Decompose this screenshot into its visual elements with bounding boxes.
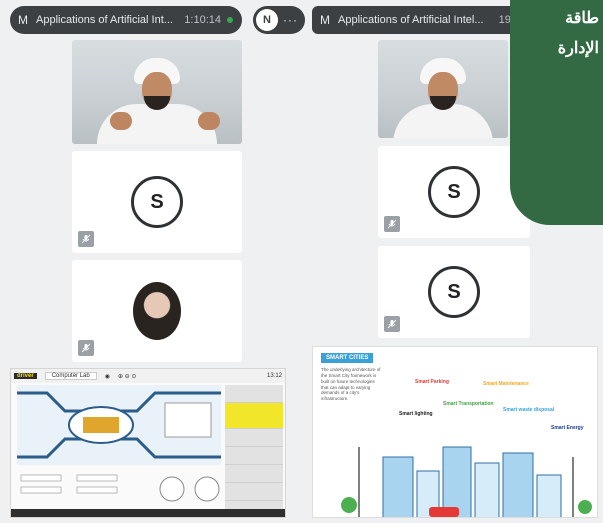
slide-description: The underlying architecture of the Smart… (321, 367, 381, 402)
app-side-panel[interactable] (225, 385, 283, 513)
engine-room-diagram (17, 385, 221, 465)
more-options-icon[interactable]: ··· (283, 13, 298, 27)
banner-line-1: طاقة (565, 10, 599, 27)
eye-icon[interactable]: ◉ (105, 373, 110, 380)
side-item[interactable] (225, 483, 283, 501)
label-smart-parking: Smart Parking (415, 379, 449, 385)
participant-photo-tile[interactable] (72, 260, 242, 362)
side-item[interactable] (225, 429, 283, 447)
label-smart-transportation: Smart Transportation (443, 401, 494, 407)
city-illustration (341, 446, 592, 517)
speaker-figure (72, 40, 242, 144)
app-clock: 13:12 (266, 373, 282, 379)
participant-tile[interactable]: S (378, 246, 530, 338)
live-indicator-icon (227, 17, 233, 23)
label-smart-maintenance: Smart Maintenance (483, 381, 529, 387)
participant-avatar: S (428, 266, 480, 318)
side-item[interactable] (225, 465, 283, 483)
meeting-title: Applications of Artificial Intel... (338, 14, 484, 26)
label-smart-lighting: Smart lighting (399, 411, 433, 417)
speaker-hand-left (110, 112, 132, 130)
label-smart-waste: Smart waste disposal (503, 407, 555, 413)
app-logo: driver (14, 373, 37, 379)
side-item[interactable] (225, 447, 283, 465)
speaker-video-tile[interactable] (72, 40, 242, 144)
mic-off-icon[interactable] (78, 340, 94, 356)
side-item-active[interactable] (225, 403, 283, 429)
banner-line-2: الإدارة (557, 40, 599, 58)
participant-photo (133, 282, 181, 340)
label-smart-energy: Smart Energy (551, 425, 584, 431)
participant-avatar: S (428, 166, 480, 218)
app-taskbar[interactable] (11, 509, 285, 517)
meeting-bar-right[interactable]: M Applications of Artificial Intel... 19… (312, 6, 526, 34)
meeting-bar-left[interactable]: M Applications of Artificial Int... 1:10… (10, 6, 242, 34)
mic-off-icon[interactable] (384, 216, 400, 232)
mic-off-icon[interactable] (384, 316, 400, 332)
arabic-banner: طاقة الإدارة (510, 0, 603, 225)
meeting-initial: M (18, 13, 28, 27)
app-location-field[interactable]: Computer Lab (44, 372, 97, 380)
app-toolbar: driver Computer Lab ◉ ⊕ ⊖ ⊙ 13:12 (11, 369, 285, 383)
meeting-initial: M (320, 13, 330, 27)
speaker-figure (378, 40, 508, 138)
zoom-icons[interactable]: ⊕ ⊖ ⊙ (118, 373, 136, 380)
participants-menu[interactable]: N ··· (253, 6, 305, 34)
mic-off-icon[interactable] (78, 231, 94, 247)
meeting-timer: 1:10:14 (184, 14, 221, 26)
smart-cities-slide: SMART CITIES The underlying architecture… (312, 346, 598, 518)
slide-title: SMART CITIES (321, 353, 374, 363)
side-item[interactable] (225, 385, 283, 403)
participant-avatar: S (131, 176, 183, 228)
speaker-video-tile[interactable] (378, 40, 508, 138)
participant-tile[interactable]: S (378, 146, 530, 238)
speaker-hand-right (198, 112, 220, 130)
participant-tile[interactable]: S (72, 151, 242, 253)
shared-app-screen[interactable]: driver Computer Lab ◉ ⊕ ⊖ ⊙ 13:12 (10, 368, 286, 518)
meeting-title: Applications of Artificial Int... (36, 14, 173, 26)
app-control-panel[interactable] (17, 469, 221, 509)
avatar[interactable]: N (256, 9, 278, 31)
